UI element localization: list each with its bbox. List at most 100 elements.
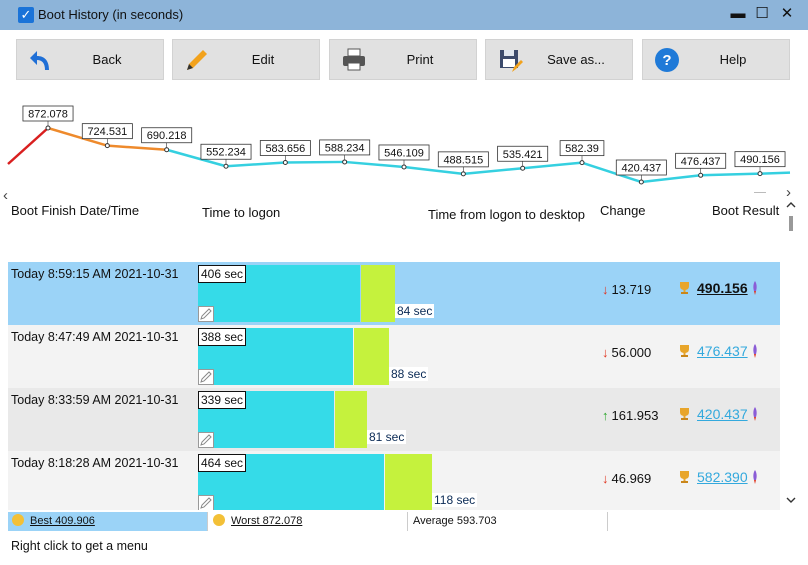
save-as-label: Save as... bbox=[547, 52, 605, 67]
trend-segment bbox=[403, 165, 464, 176]
desktop-time-bar bbox=[361, 265, 395, 322]
edit-note-icon[interactable] bbox=[198, 369, 214, 385]
trend-point[interactable] bbox=[698, 172, 704, 178]
edit-note-icon[interactable] bbox=[198, 432, 214, 448]
chart-scroll-thumb[interactable] bbox=[754, 192, 766, 193]
trend-segment bbox=[107, 144, 167, 151]
boot-result[interactable]: 476.437 bbox=[678, 343, 759, 359]
table-row[interactable]: Today 8:33:59 AM 2021-10-31 339 sec 81 sec… bbox=[8, 388, 780, 451]
vertical-scrollbar[interactable] bbox=[782, 196, 800, 510]
floppy-disk-icon bbox=[500, 50, 523, 72]
trend-point[interactable] bbox=[164, 147, 170, 153]
change-value: ↓ 56.000 bbox=[602, 345, 651, 360]
boot-result-link[interactable]: 490.156 bbox=[697, 280, 748, 296]
header-change[interactable]: Change bbox=[600, 203, 646, 218]
help-label: Help bbox=[719, 52, 747, 67]
header-logon-to-desktop[interactable]: Time from logon to desktop bbox=[428, 207, 585, 222]
smiley-icon bbox=[12, 514, 24, 526]
boot-result-link[interactable]: 476.437 bbox=[697, 343, 748, 359]
trend-segment bbox=[700, 172, 761, 177]
change-value: ↓ 13.719 bbox=[602, 282, 651, 297]
boot-result[interactable]: 490.156 bbox=[678, 280, 759, 296]
worst-value[interactable]: Worst 872.078 bbox=[231, 515, 302, 527]
trend-point[interactable] bbox=[104, 143, 110, 149]
back-button[interactable]: Back bbox=[16, 39, 164, 80]
logon-time-label: 406 sec bbox=[198, 265, 247, 283]
trend-point[interactable] bbox=[460, 171, 466, 177]
table-row[interactable]: Today 8:59:15 AM 2021-10-31 406 sec 84 sec… bbox=[8, 262, 780, 325]
desktop-time-bar bbox=[385, 454, 432, 510]
rocket-icon bbox=[752, 344, 757, 358]
point-label: 535.421 bbox=[503, 149, 543, 161]
boot-result[interactable]: 420.437 bbox=[678, 406, 759, 422]
desktop-time-label: 84 sec bbox=[395, 304, 435, 318]
arrow-down-icon: ↓ bbox=[602, 345, 609, 360]
best-cell[interactable]: Best 409.906 bbox=[8, 512, 208, 531]
table-row[interactable]: Today 8:18:28 AM 2021-10-31 464 sec 118 se… bbox=[8, 451, 780, 510]
worst-cell[interactable]: Worst 872.078 bbox=[209, 512, 408, 531]
point-label: 872.078 bbox=[28, 109, 68, 121]
app-check-icon: ✓ bbox=[18, 7, 34, 23]
change-value: ↑ 161.953 bbox=[602, 408, 659, 423]
rocket-icon bbox=[752, 407, 757, 421]
trend-point[interactable] bbox=[45, 125, 51, 131]
trophy-icon bbox=[680, 408, 689, 420]
change-number: 56.000 bbox=[611, 345, 652, 360]
point-label: 690.218 bbox=[147, 130, 187, 142]
print-button[interactable]: Print bbox=[329, 39, 477, 80]
rocket-icon bbox=[752, 470, 757, 484]
boot-result-link[interactable]: 420.437 bbox=[697, 406, 748, 422]
point-label: 546.109 bbox=[384, 147, 424, 159]
trend-point[interactable] bbox=[579, 160, 585, 166]
save-as-button[interactable]: Save as... bbox=[485, 39, 633, 80]
boot-date: Today 8:47:49 AM 2021-10-31 bbox=[11, 330, 179, 344]
edit-button[interactable]: Edit bbox=[172, 39, 320, 80]
scroll-thumb[interactable] bbox=[789, 216, 793, 231]
average-cell: Average 593.703 bbox=[409, 512, 608, 531]
change-number: 13.719 bbox=[611, 282, 652, 297]
trend-point[interactable] bbox=[638, 179, 644, 185]
point-label: 420.437 bbox=[621, 163, 661, 175]
minimize-button[interactable]: ▬ bbox=[727, 3, 749, 25]
best-value[interactable]: Best 409.906 bbox=[30, 515, 95, 527]
edit-label: Edit bbox=[251, 52, 275, 67]
trend-point[interactable] bbox=[282, 159, 288, 165]
point-label: 583.656 bbox=[265, 143, 305, 155]
desktop-time-label: 118 sec bbox=[432, 493, 478, 507]
trend-point[interactable] bbox=[342, 159, 348, 165]
chart-scroll-left-icon[interactable]: ‹ bbox=[3, 187, 8, 204]
header-boot-result[interactable]: Boot Result bbox=[712, 203, 779, 218]
point-label: 552.234 bbox=[206, 147, 246, 159]
trophy-icon bbox=[680, 282, 689, 294]
edit-note-icon[interactable] bbox=[198, 495, 214, 510]
column-headers: ‹ › Boot Finish Date/Time Time to logon … bbox=[0, 184, 808, 262]
scroll-up-icon[interactable] bbox=[786, 202, 796, 208]
table-row[interactable]: Today 8:47:49 AM 2021-10-31 388 sec 88 sec… bbox=[8, 325, 780, 388]
edit-note-icon[interactable] bbox=[198, 306, 214, 322]
desktop-time-bar bbox=[335, 391, 367, 448]
trend-point[interactable] bbox=[401, 164, 407, 170]
change-number: 161.953 bbox=[611, 408, 659, 423]
scroll-down-icon[interactable] bbox=[786, 497, 796, 503]
close-button[interactable]: ✕ bbox=[776, 3, 798, 25]
trend-point[interactable] bbox=[757, 171, 763, 177]
arrow-up-icon: ↑ bbox=[602, 408, 609, 423]
trophy-icon bbox=[680, 471, 689, 483]
back-arrow-icon bbox=[30, 51, 49, 70]
trend-point[interactable] bbox=[520, 165, 526, 171]
status-bar: Best 409.906 Worst 872.078 Average 593.7… bbox=[8, 512, 800, 531]
boot-date: Today 8:18:28 AM 2021-10-31 bbox=[11, 456, 179, 470]
boot-result-link[interactable]: 582.390 bbox=[697, 469, 748, 485]
header-time-to-logon[interactable]: Time to logon bbox=[202, 205, 280, 220]
trend-point[interactable] bbox=[223, 163, 229, 169]
point-label: 582.39 bbox=[565, 143, 599, 155]
help-button[interactable]: ? Help bbox=[642, 39, 790, 80]
boot-date: Today 8:59:15 AM 2021-10-31 bbox=[11, 267, 179, 281]
arrow-down-icon: ↓ bbox=[602, 282, 609, 297]
header-boot-finish[interactable]: Boot Finish Date/Time bbox=[11, 203, 139, 218]
pencil-icon bbox=[187, 50, 207, 70]
boot-result[interactable]: 582.390 bbox=[678, 469, 759, 485]
maximize-button[interactable]: ☐ bbox=[751, 3, 773, 25]
desktop-time-label: 88 sec bbox=[389, 367, 429, 381]
arrow-down-icon: ↓ bbox=[602, 471, 609, 486]
